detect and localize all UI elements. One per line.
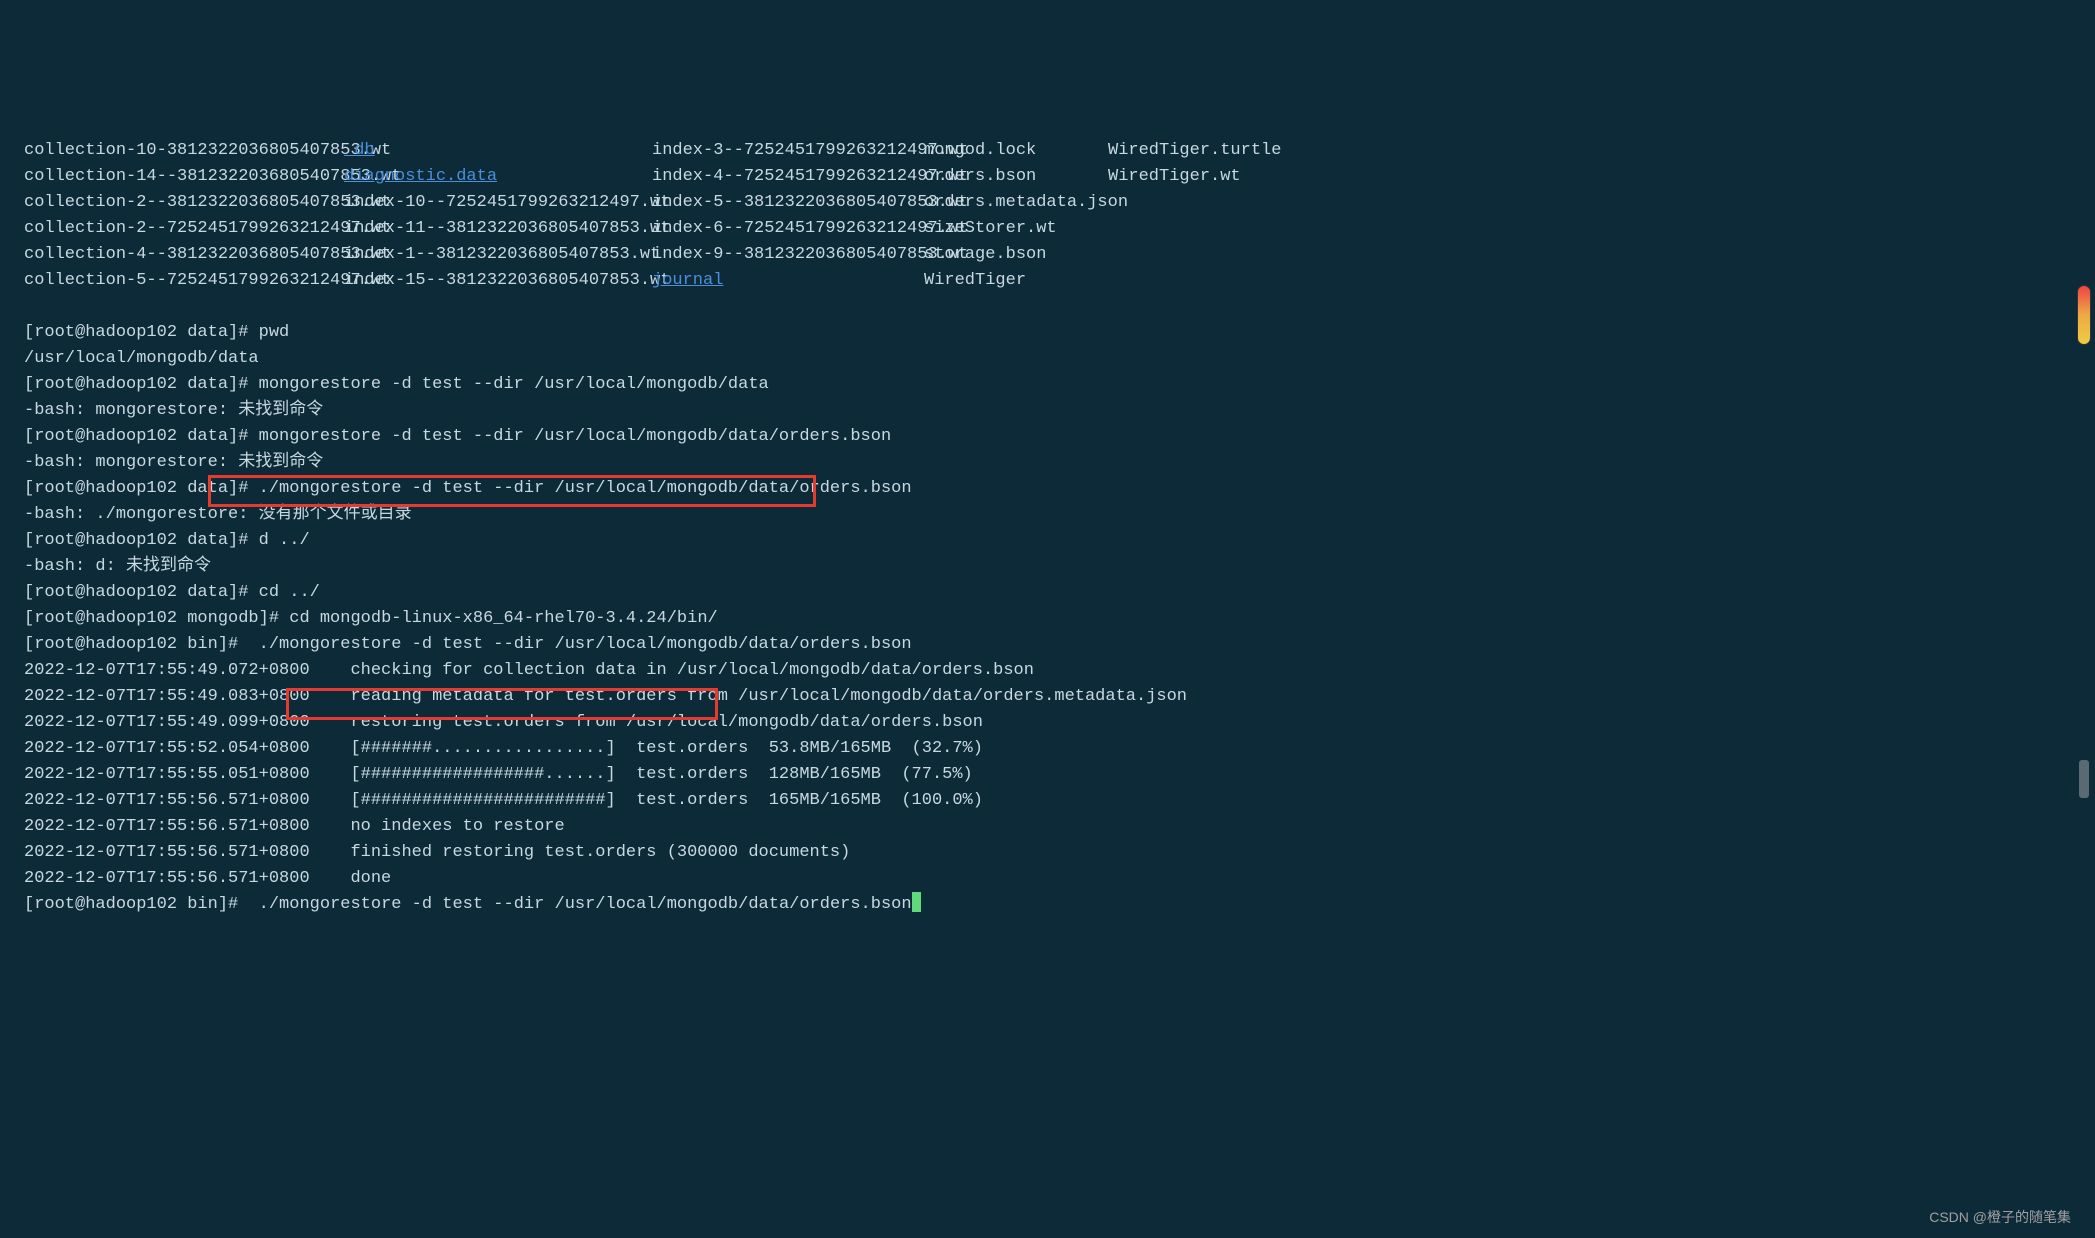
shell-command: ./mongorestore -d test --dir /usr/local/… bbox=[238, 895, 911, 914]
file-entry: sizeStorer.wt bbox=[924, 219, 1057, 238]
terminal-line: -bash: d: 未找到命令 bbox=[24, 554, 2071, 580]
shell-prompt: [root@hadoop102 data]# bbox=[24, 427, 248, 446]
terminal-line: 2022-12-07T17:55:56.571+0800 no indexes … bbox=[24, 814, 2071, 840]
file-entry: collection-2--3812322036805407853.wt bbox=[24, 193, 391, 212]
shell-prompt: [root@hadoop102 data]# bbox=[24, 479, 248, 498]
terminal-line: [root@hadoop102 bin]# ./mongorestore -d … bbox=[24, 892, 2071, 918]
file-entry: index-9--3812322036805407853.wt bbox=[652, 245, 968, 264]
file-entry: collection-2--7252451799263212497.wt bbox=[24, 219, 391, 238]
shell-command: ./mongorestore -d test --dir /usr/local/… bbox=[248, 479, 911, 498]
file-entry: storage.bson bbox=[924, 245, 1046, 264]
terminal-output[interactable]: collection-10-3812322036805407853.wt col… bbox=[24, 112, 2071, 944]
terminal-line: 2022-12-07T17:55:49.083+0800 reading met… bbox=[24, 684, 2071, 710]
file-entry: orders.metadata.json bbox=[924, 193, 1128, 212]
shell-prompt: [root@hadoop102 bin]# bbox=[24, 895, 238, 914]
file-entry: index-5--3812322036805407853.wt bbox=[652, 193, 968, 212]
file-entry: collection-10-3812322036805407853.wt bbox=[24, 141, 391, 160]
file-entry: collection-5--7252451799263212497.wt bbox=[24, 271, 391, 290]
shell-prompt: [root@hadoop102 bin]# bbox=[24, 635, 238, 654]
shell-command: ./mongorestore -d test --dir /usr/local/… bbox=[238, 635, 911, 654]
dir-entry: journal bbox=[652, 271, 723, 290]
terminal-line: [root@hadoop102 bin]# ./mongorestore -d … bbox=[24, 632, 2071, 658]
shell-command: pwd bbox=[248, 323, 289, 342]
terminal-line: -bash: ./mongorestore: 没有那个文件或目录 bbox=[24, 502, 2071, 528]
scroll-indicator-icon bbox=[2077, 285, 2091, 345]
dir-entry: _db bbox=[344, 141, 375, 160]
shell-command: cd mongodb-linux-x86_64-rhel70-3.4.24/bi… bbox=[279, 609, 718, 628]
file-entry: index-10--7252451799263212497.wt bbox=[344, 193, 670, 212]
file-entry: index-4--7252451799263212497.wt bbox=[652, 167, 968, 186]
shell-prompt: [root@hadoop102 data]# bbox=[24, 583, 248, 602]
file-entry: orders.bson bbox=[924, 167, 1036, 186]
terminal-line: 2022-12-07T17:55:56.571+0800 finished re… bbox=[24, 840, 2071, 866]
terminal-line: [root@hadoop102 data]# d ../ bbox=[24, 528, 2071, 554]
file-entry: index-11--3812322036805407853.wt bbox=[344, 219, 670, 238]
terminal-line: -bash: mongorestore: 未找到命令 bbox=[24, 398, 2071, 424]
file-entry: index-15--3812322036805407853.wt bbox=[344, 271, 670, 290]
cursor-icon bbox=[912, 892, 921, 912]
file-entry: index-1--3812322036805407853.wt bbox=[344, 245, 660, 264]
terminal-line: 2022-12-07T17:55:56.571+0800 [##########… bbox=[24, 788, 2071, 814]
terminal-line: [root@hadoop102 mongodb]# cd mongodb-lin… bbox=[24, 606, 2071, 632]
file-entry: index-6--7252451799263212497.wt bbox=[652, 219, 968, 238]
shell-command: cd ../ bbox=[248, 583, 319, 602]
file-entry: index-3--7252451799263212497.wt bbox=[652, 141, 968, 160]
terminal-line: -bash: mongorestore: 未找到命令 bbox=[24, 450, 2071, 476]
shell-prompt: [root@hadoop102 data]# bbox=[24, 323, 248, 342]
terminal-line: 2022-12-07T17:55:49.072+0800 checking fo… bbox=[24, 658, 2071, 684]
terminal-line: [root@hadoop102 data]# cd ../ bbox=[24, 580, 2071, 606]
dir-entry: diagnostic.data bbox=[344, 167, 497, 186]
watermark-text: CSDN @橙子的随笔集 bbox=[1929, 1204, 2071, 1230]
file-entry: WiredTiger bbox=[924, 271, 1026, 290]
shell-command: mongorestore -d test --dir /usr/local/mo… bbox=[248, 375, 768, 394]
terminal-line: 2022-12-07T17:55:56.571+0800 done bbox=[24, 866, 2071, 892]
file-entry: collection-4--3812322036805407853.wt bbox=[24, 245, 391, 264]
ls-output: collection-10-3812322036805407853.wt col… bbox=[24, 138, 2071, 294]
shell-prompt: [root@hadoop102 mongodb]# bbox=[24, 609, 279, 628]
shell-prompt: [root@hadoop102 data]# bbox=[24, 375, 248, 394]
terminal-line: 2022-12-07T17:55:55.051+0800 [##########… bbox=[24, 762, 2071, 788]
terminal-line: [root@hadoop102 data]# mongorestore -d t… bbox=[24, 424, 2071, 450]
terminal-line: 2022-12-07T17:55:52.054+0800 [#######...… bbox=[24, 736, 2071, 762]
terminal-line: [root@hadoop102 data]# pwd bbox=[24, 320, 2071, 346]
terminal-line: 2022-12-07T17:55:49.099+0800 restoring t… bbox=[24, 710, 2071, 736]
shell-command: mongorestore -d test --dir /usr/local/mo… bbox=[248, 427, 891, 446]
file-entry: mongod.lock bbox=[924, 141, 1036, 160]
file-entry: WiredTiger.wt bbox=[1108, 167, 1241, 186]
scrollbar-thumb[interactable] bbox=[2079, 760, 2089, 798]
file-entry: WiredTiger.turtle bbox=[1108, 141, 1281, 160]
shell-prompt: [root@hadoop102 data]# bbox=[24, 531, 248, 550]
shell-command: d ../ bbox=[248, 531, 309, 550]
terminal-line: /usr/local/mongodb/data bbox=[24, 346, 2071, 372]
terminal-line: [root@hadoop102 data]# mongorestore -d t… bbox=[24, 372, 2071, 398]
terminal-line: [root@hadoop102 data]# ./mongorestore -d… bbox=[24, 476, 2071, 502]
